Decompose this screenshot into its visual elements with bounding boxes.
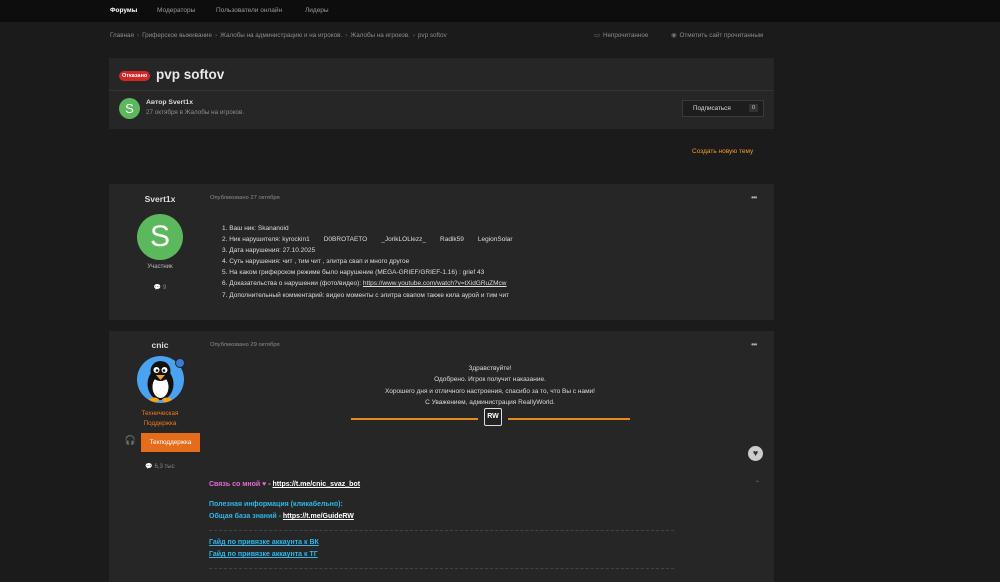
more-options-icon[interactable]: ••• xyxy=(751,193,757,202)
nav-online-users[interactable]: Пользователи онлайн xyxy=(216,7,282,14)
divider xyxy=(508,418,630,420)
post-line: 5. На каком гриферском режиме было наруш… xyxy=(222,269,485,277)
create-topic-link[interactable]: Создать новую тему xyxy=(692,148,753,155)
post-line: 7. Дополнительный комментарий: видео мом… xyxy=(222,291,510,299)
guide-vk-link[interactable]: Гайд по привязке аккаунта к ВК xyxy=(209,539,319,546)
nav-leaders[interactable]: Лидеры xyxy=(305,7,329,14)
quote-icon[interactable]: ❝ xyxy=(756,480,759,486)
more-options-icon[interactable]: ••• xyxy=(751,340,757,349)
status-badge: Отказано xyxy=(119,71,151,81)
breadcrumb-complaints[interactable]: Жалобы на администрацию и на игроков. xyxy=(220,32,342,39)
headset-icon: 🎧 xyxy=(124,435,137,445)
post-content: 1. Ваш ник: Skananoid 2. Ник нарушителя:… xyxy=(222,223,513,301)
post-author-name[interactable]: Svert1x xyxy=(110,194,210,204)
breadcrumb-grief[interactable]: Гриферское выживание xyxy=(142,32,212,39)
post-line: 6. Доказательства о нарушении (фото/виде… xyxy=(222,280,507,288)
divider xyxy=(209,568,674,569)
post-body-line: Хорошего дня и отличного настроения, спа… xyxy=(385,388,595,395)
page-title: pvp softov xyxy=(156,67,225,82)
divider xyxy=(351,418,478,420)
moderator-badge-icon xyxy=(175,358,185,368)
topic-date: 27 октября в Жалобы на игроков. xyxy=(146,109,245,116)
breadcrumb-current: pvp softov xyxy=(417,32,447,39)
user-role: Участник xyxy=(147,264,173,270)
chevron-right-icon: › xyxy=(214,32,218,39)
nav-moderators[interactable]: Модераторы xyxy=(157,7,195,14)
heart-icon[interactable]: ♥ xyxy=(748,446,763,461)
post-body-line: Одобрено. Игрок получит наказание. xyxy=(434,376,546,383)
post-line: 4. Суть нарушения: чит , тим чит , элитр… xyxy=(222,258,410,266)
subscribe-count: 0 xyxy=(748,104,758,112)
topic-author[interactable]: Автор Svert1x xyxy=(146,99,193,106)
greeting: Здравствуйте! xyxy=(468,365,512,372)
comment-icon: 💬 xyxy=(153,285,162,291)
evidence-link[interactable]: https://www.youtube.com/watch?v=tXidGRuZ… xyxy=(363,280,507,287)
post-line: 3. Дата нарушения: 27.10.2025 xyxy=(222,247,316,255)
post-count: 💬 6,3 тыс xyxy=(145,464,175,470)
chevron-right-icon: › xyxy=(412,32,415,39)
breadcrumb-home[interactable]: Главная xyxy=(110,32,134,39)
divider xyxy=(109,90,774,91)
divider xyxy=(209,530,674,531)
chevron-right-icon: › xyxy=(136,32,140,39)
post-date: Опубликовано 29 октября xyxy=(210,342,280,348)
post-count: 💬 9 xyxy=(153,285,167,291)
user-role: Техническая xyxy=(141,410,179,417)
chevron-right-icon: › xyxy=(345,32,348,39)
post-date: Опубликовано 27 октября xyxy=(210,195,280,201)
contact-link[interactable]: https://t.me/cnic_svaz_bot xyxy=(273,481,361,488)
nav-forums[interactable]: Форумы xyxy=(110,7,137,14)
knowledge-base-link[interactable]: https://t.me/GuideRW xyxy=(283,513,354,520)
post-line: 1. Ваш ник: Skananoid xyxy=(222,225,289,232)
avatar[interactable]: S xyxy=(137,214,183,260)
reallyworld-logo: RW xyxy=(484,408,502,426)
inbox-icon: ▭ xyxy=(594,32,600,39)
unread-link[interactable]: ▭ Непрочитанное xyxy=(594,32,648,39)
comment-icon: 💬 xyxy=(145,464,153,470)
top-navigation: Форумы Модераторы Пользователи онлайн Ли… xyxy=(0,0,1000,22)
subscribe-button[interactable]: Подписаться 0 xyxy=(682,100,764,117)
eye-icon: ◉ xyxy=(671,32,677,39)
breadcrumb-player-complaints[interactable]: Жалобы на игроков. xyxy=(350,32,410,39)
mark-read-link[interactable]: ◉ Отметить сайт прочитанным xyxy=(671,32,763,39)
signature-contact: Связь со мной ♥ - https://t.me/cnic_svaz… xyxy=(209,481,361,488)
post-body-line: С Уважением, администрация ReallyWorld. xyxy=(425,399,555,406)
group-badge: Техподдержка xyxy=(141,433,200,452)
post-line: 2. Ник нарушителя: kyrockin1 D0BROTAETO _J… xyxy=(222,236,513,244)
post-author-name[interactable]: cnic xyxy=(110,340,210,350)
guide-tg-link[interactable]: Гайд по привязке аккаунта к ТГ xyxy=(209,551,318,558)
info-title: Полезная информация (кликабельно): xyxy=(209,501,343,508)
avatar[interactable]: S xyxy=(119,98,140,119)
topic-header: Отказано pvp softov S Автор Svert1x 27 о… xyxy=(109,58,774,129)
knowledge-base: Общая база знаний - https://t.me/GuideRW xyxy=(209,513,354,520)
breadcrumb: Главная › Гриферское выживание › Жалобы на а… xyxy=(110,32,447,39)
user-role: Поддержка xyxy=(143,420,177,427)
